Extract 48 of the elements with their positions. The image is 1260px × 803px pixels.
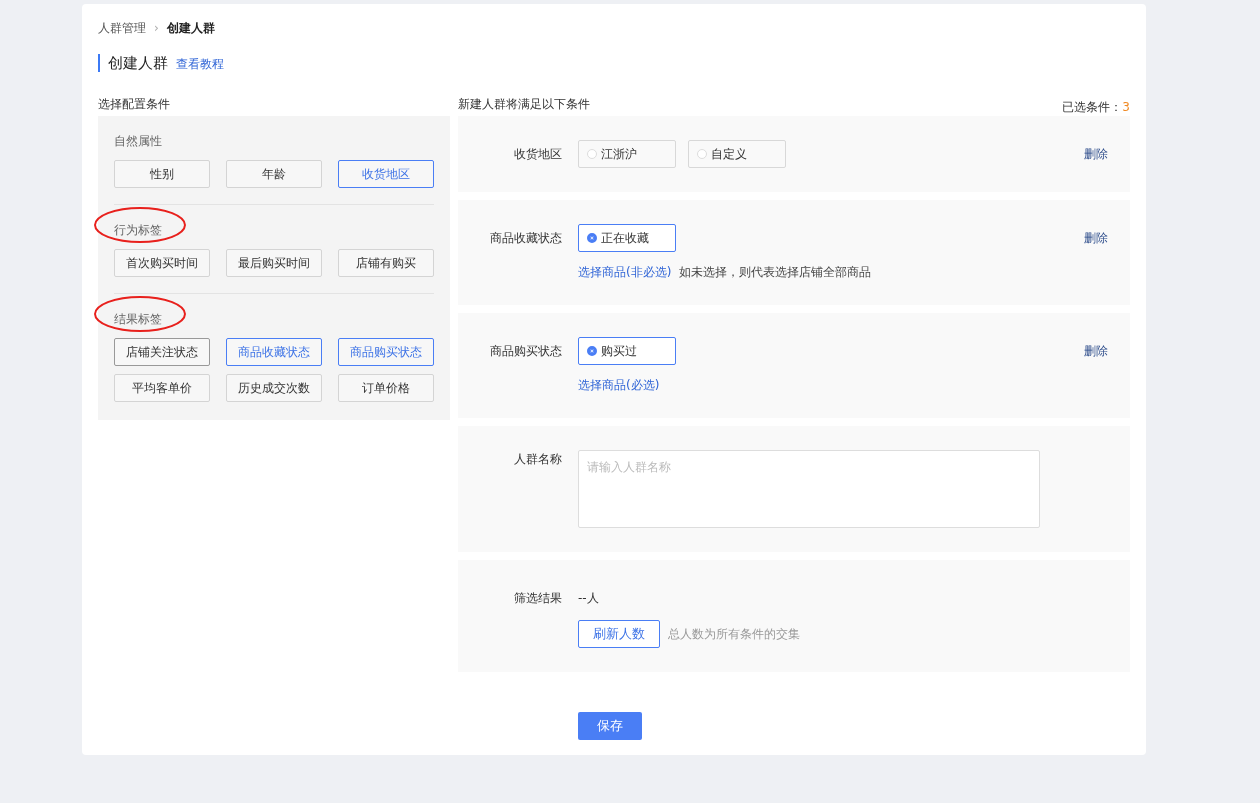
field-label: 筛选结果	[513, 590, 562, 607]
hint-text: 总人数为所有条件的交集	[668, 625, 800, 643]
tag-button[interactable]: 历史成交次数	[226, 374, 322, 402]
delete-link[interactable]: 删除	[1084, 229, 1108, 247]
panel-title: 新建人群将满足以下条件	[458, 96, 590, 113]
page-title: 创建人群	[108, 54, 168, 72]
count-label: 已选条件：	[1062, 100, 1123, 114]
group-title: 自然属性	[114, 134, 162, 148]
delete-link[interactable]: 删除	[1084, 145, 1108, 163]
result-value: --人	[578, 590, 599, 607]
panel-title: 选择配置条件	[98, 96, 171, 113]
tag-button[interactable]: 年龄	[226, 160, 322, 188]
select-products-link[interactable]: 选择商品(必选)	[578, 377, 660, 394]
refresh-button[interactable]: 刷新人数	[578, 620, 660, 648]
radio-icon	[587, 149, 597, 159]
tag-button[interactable]: 平均客单价	[114, 374, 210, 402]
radio-option[interactable]: 自定义	[688, 140, 786, 168]
tag-button[interactable]: 订单价格	[338, 374, 434, 402]
save-button[interactable]: 保存	[578, 712, 642, 740]
radio-icon	[587, 233, 597, 243]
tag-button[interactable]: 店铺关注状态	[114, 338, 210, 366]
tag-button[interactable]: 性别	[114, 160, 210, 188]
radio-icon	[587, 346, 597, 356]
tag-button[interactable]: 商品购买状态	[338, 338, 434, 366]
tag-button[interactable]: 收货地区	[338, 160, 434, 188]
tag-button[interactable]: 最后购买时间	[226, 249, 322, 277]
radio-option[interactable]: 正在收藏	[578, 224, 676, 252]
select-products-link[interactable]: 选择商品(非必选)	[578, 264, 672, 281]
radio-option[interactable]: 江浙沪	[578, 140, 676, 168]
field-label: 人群名称	[513, 451, 562, 468]
delete-link[interactable]: 删除	[1084, 342, 1108, 360]
group-title: 行为标签	[114, 223, 162, 237]
tag-button[interactable]: 店铺有购买	[338, 249, 434, 277]
radio-icon	[697, 149, 707, 159]
count-value: 3	[1122, 100, 1130, 114]
field-label: 商品购买状态	[489, 343, 562, 360]
tutorial-link[interactable]: 查看教程	[176, 55, 224, 73]
field-label: 商品收藏状态	[489, 230, 562, 247]
breadcrumb-separator: ›	[154, 21, 159, 35]
field-label: 收货地区	[513, 146, 562, 163]
note-text: 如未选择，则代表选择店铺全部商品	[679, 264, 872, 281]
radio-option[interactable]: 购买过	[578, 337, 676, 365]
name-input-field[interactable]: 请输入人群名称	[578, 450, 1040, 528]
group-title: 结果标签	[114, 312, 162, 326]
tag-button[interactable]: 首次购买时间	[114, 249, 210, 277]
breadcrumb-item[interactable]: 人群管理	[98, 19, 146, 37]
tag-button[interactable]: 商品收藏状态	[226, 338, 322, 366]
breadcrumb-item: 创建人群	[166, 19, 215, 37]
